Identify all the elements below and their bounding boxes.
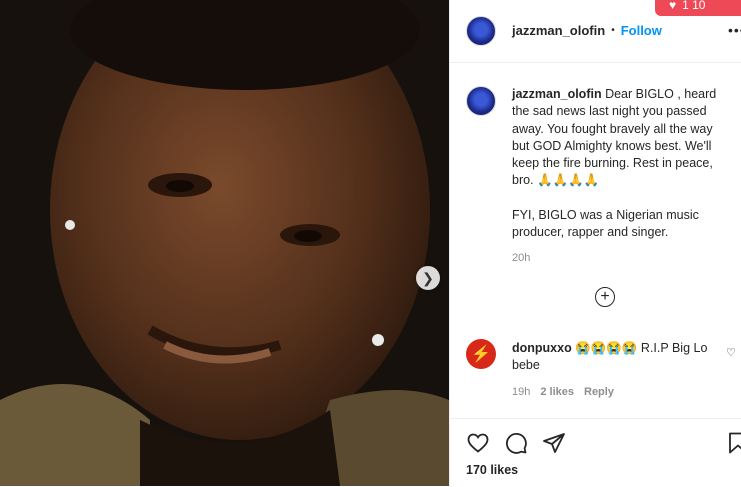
caption-timestamp[interactable]: 20h bbox=[512, 252, 530, 264]
commenter-avatar[interactable]: ⚡ bbox=[466, 339, 496, 369]
post-header: jazzman_olofin • Follow ••• bbox=[450, 0, 741, 63]
comment-username[interactable]: donpuxxo bbox=[512, 341, 572, 355]
post-actions-bar: 170 likes bbox=[450, 418, 741, 487]
author-username[interactable]: jazzman_olofin bbox=[512, 23, 605, 38]
heart-icon[interactable] bbox=[466, 431, 490, 455]
post-caption: jazzman_olofin Dear BIGLO , heard the sa… bbox=[512, 86, 732, 241]
comment-icon[interactable] bbox=[504, 431, 528, 455]
post-photo[interactable]: ❯ bbox=[0, 0, 449, 486]
more-options-button[interactable]: ••• bbox=[728, 22, 741, 38]
caption-author-avatar[interactable] bbox=[466, 86, 496, 116]
comment-item: donpuxxo 😭😭😭😭 R.I.P Big Lo bebe bbox=[512, 340, 722, 375]
bookmark-icon[interactable] bbox=[726, 431, 741, 455]
lightning-icon: ⚡ bbox=[471, 346, 491, 363]
comment-timestamp[interactable]: 19h bbox=[512, 386, 530, 398]
paper-plane-icon[interactable] bbox=[542, 431, 566, 455]
caption-text: Dear BIGLO , heard the sad news last nig… bbox=[512, 87, 717, 188]
likes-count[interactable]: 170 likes bbox=[466, 463, 518, 477]
comment-like-icon[interactable]: ♡ bbox=[726, 346, 736, 359]
caption-username[interactable]: jazzman_olofin bbox=[512, 87, 602, 101]
author-avatar[interactable] bbox=[466, 16, 496, 46]
comment-likes[interactable]: 2 likes bbox=[540, 386, 574, 398]
follow-button[interactable]: Follow bbox=[621, 23, 662, 38]
load-more-comments-button[interactable]: + bbox=[595, 287, 615, 307]
chevron-right-icon: ❯ bbox=[422, 269, 434, 286]
carousel-next-button[interactable]: ❯ bbox=[416, 266, 440, 290]
portrait-image bbox=[0, 0, 449, 486]
comment-reply-button[interactable]: Reply bbox=[584, 386, 614, 398]
comment-meta: 19h 2 likes Reply bbox=[512, 386, 614, 398]
follow-separator: • bbox=[611, 25, 615, 36]
caption-text-2: FYI, BIGLO was a Nigerian music producer… bbox=[512, 207, 699, 240]
post-details-panel: jazzman_olofin • Follow ••• jazzman_olof… bbox=[449, 0, 741, 486]
plus-icon: + bbox=[600, 288, 610, 305]
